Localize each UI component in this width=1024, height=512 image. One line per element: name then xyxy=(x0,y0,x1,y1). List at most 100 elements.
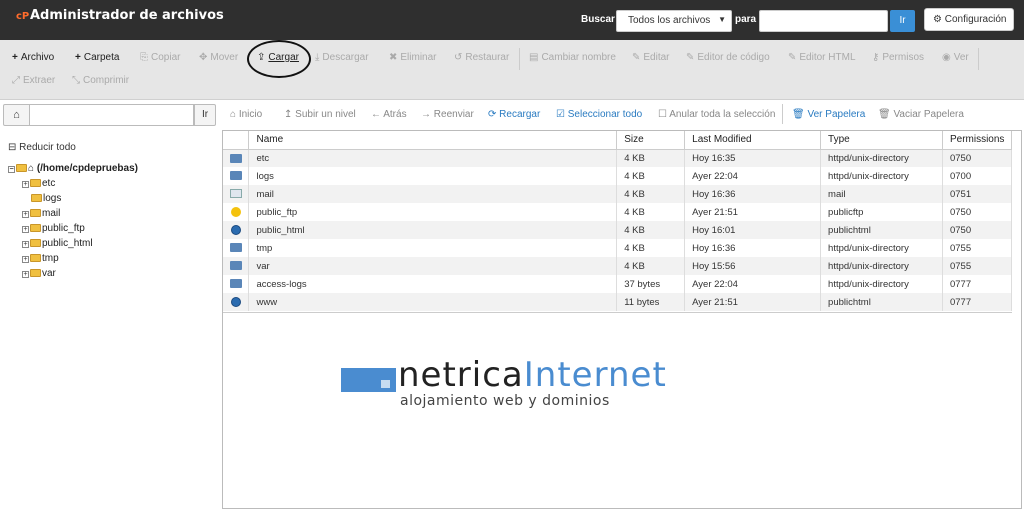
empty-trash-button[interactable]: 🗑 Vaciar Papelera xyxy=(878,109,964,120)
new-file-button[interactable]: + Archivo xyxy=(12,52,54,63)
table-row[interactable]: tmp 4 KB Hoy 16:36 httpd/unix-directory … xyxy=(223,239,1013,257)
row-size: 11 bytes xyxy=(616,293,686,311)
table-row[interactable]: etc 4 KB Hoy 16:35 httpd/unix-directory … xyxy=(223,149,1013,167)
view-button[interactable]: ◉ Ver xyxy=(942,52,969,63)
table-row[interactable]: mail 4 KB Hoy 16:36 mail 0751 xyxy=(223,185,1013,203)
para-label: para xyxy=(735,14,757,25)
new-folder-button[interactable]: + Carpeta xyxy=(75,52,119,63)
path-input[interactable] xyxy=(30,104,194,126)
tree-root[interactable]: − ⌂ (/home/cpdepruebas) xyxy=(8,163,138,174)
file-icon: ▤ xyxy=(529,52,539,63)
delete-button[interactable]: ✖ Eliminar xyxy=(389,52,437,63)
eye-icon: ◉ xyxy=(942,52,951,63)
download-button[interactable]: ⤓ Descargar xyxy=(315,52,369,63)
toolbar: + Archivo + Carpeta ⎘ Copiar ✥ Mover ⇪ Cargar… xyxy=(0,40,1024,100)
plus-icon: + xyxy=(75,52,81,63)
row-perms: 0751 xyxy=(942,185,1013,203)
tree-item-tmp[interactable]: + tmp xyxy=(22,253,59,264)
globe-icon xyxy=(230,296,241,307)
row-type: publichtml xyxy=(820,293,943,311)
row-icon-cell xyxy=(223,167,250,185)
column-header-name[interactable]: Name xyxy=(248,131,618,150)
row-name: etc xyxy=(248,149,618,167)
code-editor-button[interactable]: ✎ Editor de código xyxy=(686,52,770,63)
tree-item-public-html[interactable]: + public_html xyxy=(22,238,93,249)
check-square-icon: ☑ xyxy=(556,109,565,120)
collapse-all-button[interactable]: ⊟ Reducir todo xyxy=(8,142,76,153)
column-header-size[interactable]: Size xyxy=(616,131,686,150)
move-icon: ✥ xyxy=(199,52,208,63)
collapse-all-label: Reducir todo xyxy=(19,142,76,153)
row-modified: Ayer 21:51 xyxy=(684,293,822,311)
table-row[interactable]: public_html 4 KB Hoy 16:01 publichtml 07… xyxy=(223,221,1013,239)
move-label: Mover xyxy=(210,52,239,63)
table-row[interactable]: public_ftp 4 KB Ayer 21:51 publicftp 075… xyxy=(223,203,1013,221)
column-header-modified[interactable]: Last Modified xyxy=(684,131,822,150)
select-all-label: Seleccionar todo xyxy=(567,109,643,120)
row-name: mail xyxy=(248,185,618,203)
settings-label: Configuración xyxy=(944,14,1007,25)
move-button[interactable]: ✥ Mover xyxy=(199,52,238,63)
folder-icon xyxy=(30,254,41,262)
chevron-down-icon: ▼ xyxy=(718,15,726,24)
copy-button[interactable]: ⎘ Copiar xyxy=(140,52,180,63)
permissions-button[interactable]: ⚷ Permisos xyxy=(872,52,924,63)
row-modified: Hoy 16:01 xyxy=(684,221,822,239)
row-type: publicftp xyxy=(820,203,943,221)
nav-back-label: Atrás xyxy=(383,109,407,120)
tree-item-mail[interactable]: + mail xyxy=(22,208,60,219)
row-icon-cell xyxy=(223,275,250,293)
row-perms: 0750 xyxy=(942,221,1013,239)
row-perms: 0750 xyxy=(942,203,1013,221)
table-row[interactable]: logs 4 KB Ayer 22:04 httpd/unix-director… xyxy=(223,167,1013,185)
table-row[interactable]: var 4 KB Hoy 15:56 httpd/unix-directory … xyxy=(223,257,1013,275)
table-row[interactable]: access-logs 37 bytes Ayer 22:04 httpd/un… xyxy=(223,275,1013,293)
search-go-button[interactable]: Ir xyxy=(890,10,915,32)
search-scope-select[interactable]: Todos los archivos ▼ xyxy=(616,10,732,32)
path-go-button[interactable]: Ir xyxy=(194,104,216,126)
extract-label: Extraer xyxy=(23,75,56,86)
compress-button[interactable]: ⤡ Comprimir xyxy=(72,75,129,86)
tree-item-logs[interactable]: logs xyxy=(31,193,61,204)
view-trash-button[interactable]: 🗑 Ver Papelera xyxy=(792,109,865,120)
row-perms: 0750 xyxy=(942,149,1013,167)
rename-label: Cambiar nombre xyxy=(541,52,616,63)
row-type: publichtml xyxy=(820,221,943,239)
brand-logo-mark xyxy=(341,368,396,392)
extract-button[interactable]: ⤢ Extraer xyxy=(12,75,55,86)
edit-icon: ✎ xyxy=(686,52,695,63)
row-size: 4 KB xyxy=(616,149,686,167)
nav-up-button[interactable]: ↥ Subir un nivel xyxy=(284,109,356,120)
row-icon-cell xyxy=(223,293,250,311)
nav-back-button[interactable]: ← Atrás xyxy=(371,109,407,120)
page-title: Administrador de archivos xyxy=(30,8,224,23)
tree-item-label: var xyxy=(42,268,56,279)
expand-icon: + xyxy=(22,226,29,233)
tree-item-public-ftp[interactable]: + public_ftp xyxy=(22,223,85,234)
trash-icon: 🗑 xyxy=(792,109,805,120)
row-type: httpd/unix-directory xyxy=(820,257,943,275)
row-icon-cell xyxy=(223,203,250,221)
mail-icon xyxy=(229,189,242,199)
nav-forward-button[interactable]: → Reenviar xyxy=(421,109,474,120)
column-header-type[interactable]: Type xyxy=(820,131,943,150)
rename-button[interactable]: ▤ Cambiar nombre xyxy=(529,52,616,63)
settings-button[interactable]: ⚙ Configuración xyxy=(924,8,1014,31)
tree-item-etc[interactable]: + etc xyxy=(22,178,55,189)
reload-button[interactable]: ⟳ Recargar xyxy=(488,109,540,120)
search-input[interactable] xyxy=(759,10,888,32)
edit-button[interactable]: ✎ Editar xyxy=(632,52,670,63)
edit-label: Editar xyxy=(643,52,670,63)
home-icon[interactable]: ⌂ xyxy=(3,104,30,126)
select-all-button[interactable]: ☑ Seleccionar todo xyxy=(556,109,642,120)
new-file-label: Archivo xyxy=(20,52,55,63)
tree-item-var[interactable]: + var xyxy=(22,268,56,279)
unselect-all-button[interactable]: ☐ Anular toda la selección xyxy=(658,109,775,120)
nav-home-button[interactable]: ⌂ Inicio xyxy=(230,109,262,120)
html-editor-button[interactable]: ✎ Editor HTML xyxy=(788,52,856,63)
icon-column-header xyxy=(223,131,250,150)
code-editor-label: Editor de código xyxy=(697,52,770,63)
column-header-permissions[interactable]: Permissions xyxy=(942,131,1013,150)
table-row[interactable]: www 11 bytes Ayer 21:51 publichtml 0777 xyxy=(223,293,1013,311)
restore-button[interactable]: ↺ Restaurar xyxy=(454,52,509,63)
